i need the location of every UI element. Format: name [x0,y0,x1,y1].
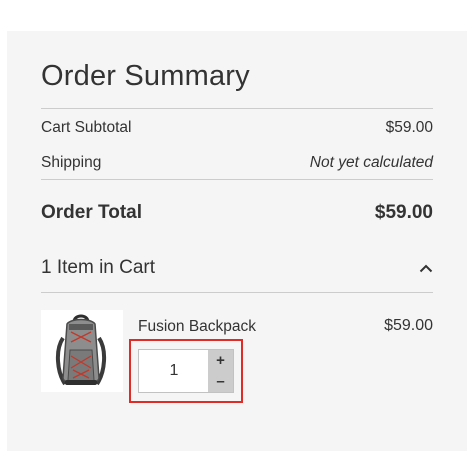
order-total-value: $59.00 [374,202,433,223]
quantity-step-buttons: + – [208,350,233,392]
divider [41,179,433,180]
shipping-label: Shipping [41,154,102,171]
items-in-cart-title[interactable]: 1 Item in Cart [41,257,155,279]
shipping-value: Not yet calculated [309,154,433,171]
product-price: $59.00 [384,317,433,334]
backpack-image [56,314,106,386]
quantity-input[interactable] [139,350,209,392]
product-name[interactable]: Fusion Backpack [138,318,256,336]
cart-subtotal-label: Cart Subtotal [41,119,132,136]
chevron-up-icon[interactable] [415,257,437,279]
product-image[interactable] [41,310,123,392]
order-summary-panel: Order Summary Cart Subtotal $59.00 Shipp… [7,31,467,451]
order-summary-title: Order Summary [41,60,250,92]
increment-button[interactable]: + [208,350,233,371]
order-total-label: Order Total [41,202,142,223]
divider [41,108,433,109]
divider [41,292,433,293]
quantity-stepper[interactable]: + – [138,349,234,393]
cart-subtotal-value: $59.00 [385,119,433,136]
decrement-button[interactable]: – [208,371,233,392]
